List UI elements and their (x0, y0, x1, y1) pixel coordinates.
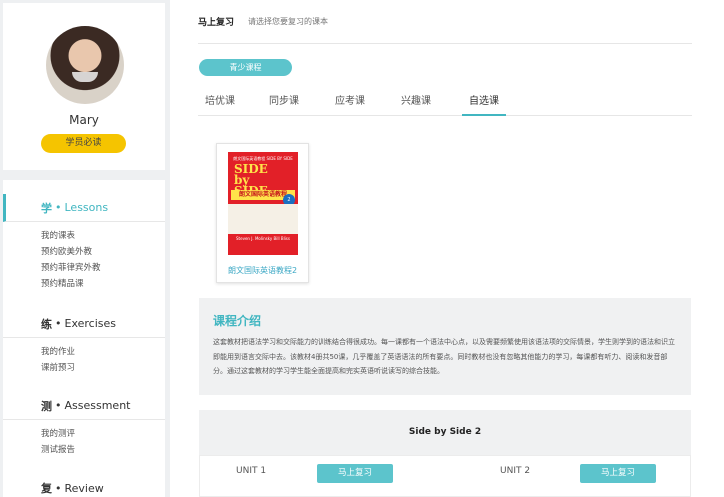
nav-header-en: Exercises (64, 317, 117, 330)
nav-header-dot: • (55, 399, 62, 412)
sidebar-item-book-premium-class[interactable]: 预约精品课 (41, 276, 165, 292)
student-guide-button[interactable]: 学员必读 (41, 134, 126, 153)
tab-excellence[interactable]: 培优课 (198, 90, 242, 116)
tab-sync[interactable]: 同步课 (262, 90, 306, 116)
sidebar-item-my-homework[interactable]: 我的作业 (41, 344, 165, 360)
review-now-button[interactable]: 马上复习 (580, 464, 656, 483)
nav-header-zh: 测 (41, 399, 52, 413)
nav-section-assessment: 测 • Assessment 我的测评 测试报告 (3, 392, 165, 458)
nav-header-dot: • (55, 317, 62, 330)
book-cover-image[interactable]: 朗文国际英语教程 SIDE BY SIDE SIDE by SIDE 朗文国际英… (228, 152, 298, 255)
sidebar-item-my-assessment[interactable]: 我的测评 (41, 426, 165, 442)
intro-body: 这套教材把语法学习和交际能力的训练结合得很成功。每一课都有一个语法中心点，以及需… (213, 338, 675, 375)
nav-header-zh: 复 (41, 482, 52, 495)
nav-section-lessons: 学 • Lessons 我的课表 预约欧美外教 预约菲律宾外教 预约精品课 (3, 194, 165, 292)
nav-header-en: Assessment (64, 399, 131, 412)
review-now-button[interactable]: 马上复习 (317, 464, 393, 483)
nav-header-review[interactable]: 复 • Review (3, 474, 165, 497)
cover-authors: Steven J. Molinsky Bill Bliss (236, 236, 290, 241)
username: Mary (69, 113, 99, 127)
tab-elective[interactable]: 自选课 (462, 90, 506, 116)
units-panel: Side by Side 2 UNIT 1 马上复习 UNIT 2 马上复习 (199, 410, 691, 497)
page-header: 马上复习 请选择您要复习的课本 (198, 0, 692, 44)
nav-header-zh: 练 (41, 317, 52, 331)
nav-header-zh: 学 (41, 201, 52, 215)
nav-header-dot: • (55, 481, 62, 495)
unit-label: UNIT 2 (500, 466, 531, 476)
cover-illustration (228, 204, 298, 234)
nav-header-lessons[interactable]: 学 • Lessons (3, 194, 165, 222)
sidebar-item-preview[interactable]: 课前预习 (41, 360, 165, 376)
course-tabs: 培优课 同步课 应考课 兴趣课 自选课 (198, 90, 692, 116)
course-type-button[interactable]: 青少课程 (199, 59, 292, 76)
nav-section-review: 复 • Review (3, 474, 165, 497)
profile-card: Mary 学员必读 (3, 3, 165, 170)
sidebar-item-book-filipino-teacher[interactable]: 预约菲律宾外教 (41, 260, 165, 276)
intro-title: 课程介绍 (213, 314, 262, 328)
sidebar-item-book-western-teacher[interactable]: 预约欧美外教 (41, 244, 165, 260)
units-heading: Side by Side 2 (408, 427, 482, 437)
nav-section-exercises: 练 • Exercises 我的作业 课前预习 (3, 310, 165, 376)
main-panel: 马上复习 请选择您要复习的课本 青少课程 培优课 同步课 应考课 兴趣课 自选课… (170, 0, 724, 497)
tab-exam[interactable]: 应考课 (328, 90, 372, 116)
sidebar-item-test-report[interactable]: 测试报告 (41, 442, 165, 458)
nav-header-dot: • (55, 201, 62, 214)
nav-header-assessment[interactable]: 测 • Assessment (3, 392, 165, 420)
sidebar-nav: 学 • Lessons 我的课表 预约欧美外教 预约菲律宾外教 预约精品课 练 … (3, 180, 165, 497)
sidebar-item-my-schedule[interactable]: 我的课表 (41, 228, 165, 244)
units-row: UNIT 1 马上复习 UNIT 2 马上复习 (199, 455, 691, 497)
book-card[interactable]: 朗文国际英语教程 SIDE BY SIDE SIDE by SIDE 朗文国际英… (216, 143, 309, 283)
unit-label: UNIT 1 (236, 466, 267, 476)
nav-header-en: Lessons (64, 201, 109, 214)
page-hint: 请选择您要复习的课本 (248, 17, 329, 26)
nav-header-exercises[interactable]: 练 • Exercises (3, 310, 165, 338)
book-title[interactable]: 朗文国际英语教程2 (217, 265, 308, 276)
nav-header-en: Review (64, 481, 104, 495)
course-intro: 课程介绍 这套教材把语法学习和交际能力的训练结合得很成功。每一课都有一个语法中心… (199, 298, 691, 395)
avatar[interactable] (46, 26, 124, 104)
page-title: 马上复习 (198, 18, 235, 28)
tab-interest[interactable]: 兴趣课 (394, 90, 438, 116)
